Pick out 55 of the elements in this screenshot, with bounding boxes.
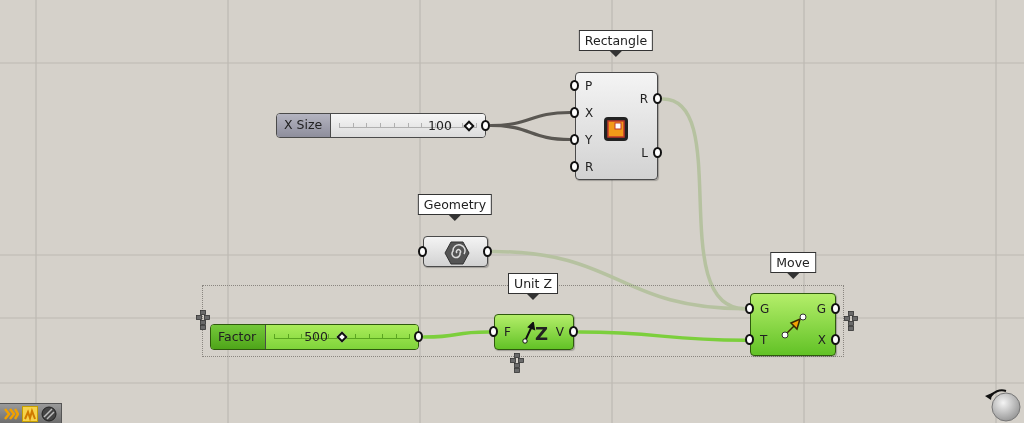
slider-value: 500: [304, 327, 329, 346]
component-node[interactable]: G T G X: [750, 293, 836, 356]
sphere-icon[interactable]: [41, 405, 57, 422]
icon-glyph: Z: [535, 325, 549, 343]
slider-label: X Size: [277, 114, 331, 137]
port-label: X: [817, 333, 826, 348]
port-grip[interactable]: [483, 245, 492, 257]
node-tooltip: Rectangle: [578, 30, 654, 58]
port-grip[interactable]: [570, 106, 579, 118]
slider-label: Factor: [211, 325, 266, 349]
slider-knob[interactable]: [336, 331, 348, 343]
port-label: V: [555, 325, 564, 339]
port-grip[interactable]: [418, 245, 427, 257]
port-grip[interactable]: [653, 93, 662, 104]
param-node[interactable]: [423, 236, 488, 267]
component-node[interactable]: P X Y R R L: [575, 72, 658, 180]
node-tooltip: Unit Z: [508, 273, 558, 301]
port-label: R: [639, 92, 648, 106]
port-label: T: [760, 333, 768, 348]
align-handle-icon[interactable]: [510, 353, 524, 373]
port-grip[interactable]: [745, 334, 754, 346]
port-grip[interactable]: [569, 326, 578, 337]
arrow-icon: [780, 311, 808, 340]
port-grip[interactable]: [831, 334, 840, 346]
component-node[interactable]: F Z V: [494, 314, 574, 350]
align-handle-icon[interactable]: [844, 311, 858, 331]
port-label: R: [585, 159, 594, 174]
port-label: F: [504, 325, 511, 339]
arrow-icon: [522, 322, 536, 344]
align-handle-icon[interactable]: [196, 310, 210, 330]
port-label: P: [585, 78, 593, 93]
navigation-dial-icon[interactable]: [984, 387, 1022, 423]
port-grip[interactable]: [414, 331, 423, 342]
port-grip[interactable]: [745, 302, 754, 314]
node-tooltip: Geometry: [417, 194, 493, 222]
number-slider[interactable]: Factor 500: [210, 324, 419, 350]
port-label: X: [585, 105, 594, 120]
slider-knob[interactable]: [463, 119, 475, 132]
port-grip[interactable]: [489, 326, 498, 337]
port-label: G: [760, 301, 770, 316]
rectangle-icon: [602, 116, 629, 142]
port-label: G: [816, 301, 826, 316]
port-label: L: [641, 146, 648, 160]
slider-value: 100: [428, 116, 453, 135]
hexagon-icon: [443, 240, 470, 265]
port-grip[interactable]: [570, 133, 579, 145]
wire: [422, 330, 491, 339]
port-grip[interactable]: [570, 79, 579, 91]
port-grip[interactable]: [481, 119, 490, 131]
port-grip[interactable]: [831, 302, 840, 314]
port-label: Y: [585, 132, 593, 147]
port-grip[interactable]: [653, 147, 662, 158]
node-tooltip: Move: [770, 252, 816, 280]
number-slider[interactable]: X Size 100: [276, 113, 486, 138]
port-grip[interactable]: [570, 160, 579, 172]
